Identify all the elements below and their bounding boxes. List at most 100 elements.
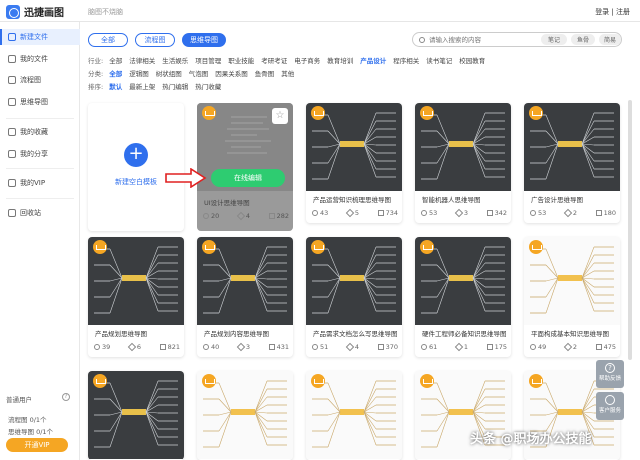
edit-count: 734 xyxy=(385,209,398,217)
filter-option[interactable]: 教育培训 xyxy=(327,55,353,65)
sidebar-item-trash[interactable]: 回收站 xyxy=(0,205,80,221)
template-card[interactable]: 智能机器人思维导图 53 3 342 xyxy=(415,103,511,223)
filter-option[interactable]: 生活娱乐 xyxy=(162,55,188,65)
card-title: 产品规划内容思维导图 xyxy=(204,330,269,338)
filter-option[interactable]: 读书笔记 xyxy=(426,55,452,65)
template-card[interactable]: 平面构成基本知识思维导图 49 2 475 xyxy=(524,237,620,357)
edit-count: 175 xyxy=(494,343,507,351)
filter-option[interactable]: 热门收藏 xyxy=(195,81,221,91)
sidebar-divider xyxy=(6,118,74,119)
scrollbar[interactable] xyxy=(628,100,632,360)
filter-option[interactable]: 项目管理 xyxy=(195,55,221,65)
view-count: 53 xyxy=(429,209,438,217)
sidebar-item-my-files[interactable]: 我的文件 xyxy=(0,51,80,67)
favorite-star-icon[interactable]: ☆ xyxy=(272,108,288,124)
filter-option[interactable]: 鱼骨图 xyxy=(255,68,275,78)
filter-option[interactable]: 考研考证 xyxy=(261,55,287,65)
filter-option[interactable]: 全部 xyxy=(109,55,122,65)
star-count: 6 xyxy=(136,343,141,351)
template-card-hovered[interactable]: ☆ 在线编辑 UI设计思维导图 20 4 282 xyxy=(197,103,293,231)
eye-icon xyxy=(530,210,536,216)
edit-count: 282 xyxy=(276,212,289,220)
share-icon xyxy=(8,150,16,158)
sidebar-item-mindmap[interactable]: 思维导图 xyxy=(0,94,80,110)
filter-option[interactable]: 程序相关 xyxy=(393,55,419,65)
template-card[interactable] xyxy=(197,371,293,460)
card-stats: 51 4 370 xyxy=(312,342,398,352)
filter-option[interactable]: 职业技能 xyxy=(228,55,254,65)
sidebar-item-flowchart[interactable]: 流程图 xyxy=(0,72,80,88)
star-count: 1 xyxy=(463,343,468,351)
view-count: 39 xyxy=(102,343,111,351)
template-card[interactable] xyxy=(88,371,184,460)
top-bar: 迅捷画图 脑图不烧脑 登录 | 注册 xyxy=(0,0,640,22)
plan-title: 普通用户 xyxy=(6,396,32,404)
sidebar-item-vip[interactable]: 我的VIP xyxy=(0,175,80,191)
edit-count: 821 xyxy=(167,343,180,351)
filter-option[interactable]: 树状组图 xyxy=(156,68,182,78)
edit-icon xyxy=(377,344,384,350)
help-feedback-button[interactable]: ? 帮助反馈 xyxy=(596,360,624,388)
tab-mindmap[interactable]: 思维导图 xyxy=(182,33,226,47)
customer-service-button[interactable]: 客户服务 xyxy=(596,392,624,420)
edit-count: 342 xyxy=(494,209,507,217)
category-filter: 分类: 全部 逻辑图 树状组图 气泡图 因果关系图 鱼骨图 其他 xyxy=(88,67,301,78)
headset-icon xyxy=(605,395,615,405)
filter-option[interactable]: 最新上架 xyxy=(129,81,155,91)
template-card[interactable]: 产品规划内容思维导图 40 3 431 xyxy=(197,237,293,357)
template-card[interactable]: 产品运营知识梳理思维导图 43 5 734 xyxy=(306,103,402,223)
filter-option[interactable]: 其他 xyxy=(281,68,294,78)
star-icon xyxy=(454,342,464,352)
tab-flowchart[interactable]: 流程图 xyxy=(135,33,175,47)
eye-icon xyxy=(94,344,100,350)
eye-icon xyxy=(421,344,427,350)
search-chip[interactable]: 鱼骨 xyxy=(571,34,595,45)
search-chip[interactable]: 笔记 xyxy=(541,34,567,45)
template-card[interactable]: 产品需求文档怎么写思维导图 51 4 370 xyxy=(306,237,402,357)
template-card[interactable]: 硬件工程师必备知识思维导图 61 1 175 xyxy=(415,237,511,357)
sidebar: 新建文件 我的文件 流程图 思维导图 我的收藏 我的分享 我的VIP 回收站 普… xyxy=(0,22,80,460)
eye-icon xyxy=(312,210,318,216)
card-stats: 61 1 175 xyxy=(421,342,507,352)
star-count: 2 xyxy=(572,343,577,351)
tab-all[interactable]: 全部 xyxy=(88,33,128,47)
card-title: 产品运营知识梳理思维导图 xyxy=(313,196,391,204)
edit-icon xyxy=(595,344,602,350)
online-edit-button[interactable]: 在线编辑 xyxy=(211,169,285,187)
star-icon xyxy=(236,342,246,352)
watermark: 头条 @职场办公技能 xyxy=(470,432,592,447)
filter-option[interactable]: 法律相关 xyxy=(129,55,155,65)
sidebar-item-label: 我的文件 xyxy=(20,55,48,63)
search-input[interactable] xyxy=(429,35,529,44)
filter-option-selected[interactable]: 全部 xyxy=(109,68,122,78)
template-card[interactable] xyxy=(306,371,402,460)
filter-option-selected[interactable]: 产品设计 xyxy=(360,55,386,65)
filter-option[interactable]: 逻辑图 xyxy=(129,68,149,78)
template-card[interactable]: 广告设计思维导图 53 2 180 xyxy=(524,103,620,223)
filter-option-selected[interactable]: 默认 xyxy=(109,81,122,91)
filter-option[interactable]: 因果关系图 xyxy=(215,68,248,78)
help-icon[interactable]: ? xyxy=(62,393,70,401)
new-blank-template-card[interactable]: + 新建空白模板 xyxy=(88,103,184,231)
app-slogan: 脑图不烧脑 xyxy=(88,8,123,16)
open-vip-button[interactable]: 开通VIP xyxy=(6,438,68,452)
sidebar-item-favorites[interactable]: 我的收藏 xyxy=(0,124,80,140)
edit-icon xyxy=(486,344,493,350)
vip-icon xyxy=(8,179,16,187)
filter-option[interactable]: 电子商务 xyxy=(294,55,320,65)
login-register-link[interactable]: 登录 | 注册 xyxy=(595,7,630,17)
filter-option[interactable]: 热门编辑 xyxy=(162,81,188,91)
filter-label: 行业: xyxy=(88,56,104,65)
view-count: 20 xyxy=(211,212,220,220)
sidebar-item-label: 我的VIP xyxy=(20,179,46,187)
star-icon xyxy=(563,208,573,218)
filter-option[interactable]: 校园教育 xyxy=(459,55,485,65)
star-icon xyxy=(127,342,137,352)
sidebar-divider xyxy=(6,168,74,169)
filter-option[interactable]: 气泡图 xyxy=(189,68,209,78)
sidebar-item-new-file[interactable]: 新建文件 xyxy=(0,29,80,45)
app-logo[interactable]: 迅捷画图 xyxy=(6,4,64,19)
search-chip[interactable]: 简易 xyxy=(599,34,621,45)
template-card[interactable]: 产品规划思维导图 39 6 821 xyxy=(88,237,184,357)
sidebar-item-shares[interactable]: 我的分享 xyxy=(0,146,80,162)
